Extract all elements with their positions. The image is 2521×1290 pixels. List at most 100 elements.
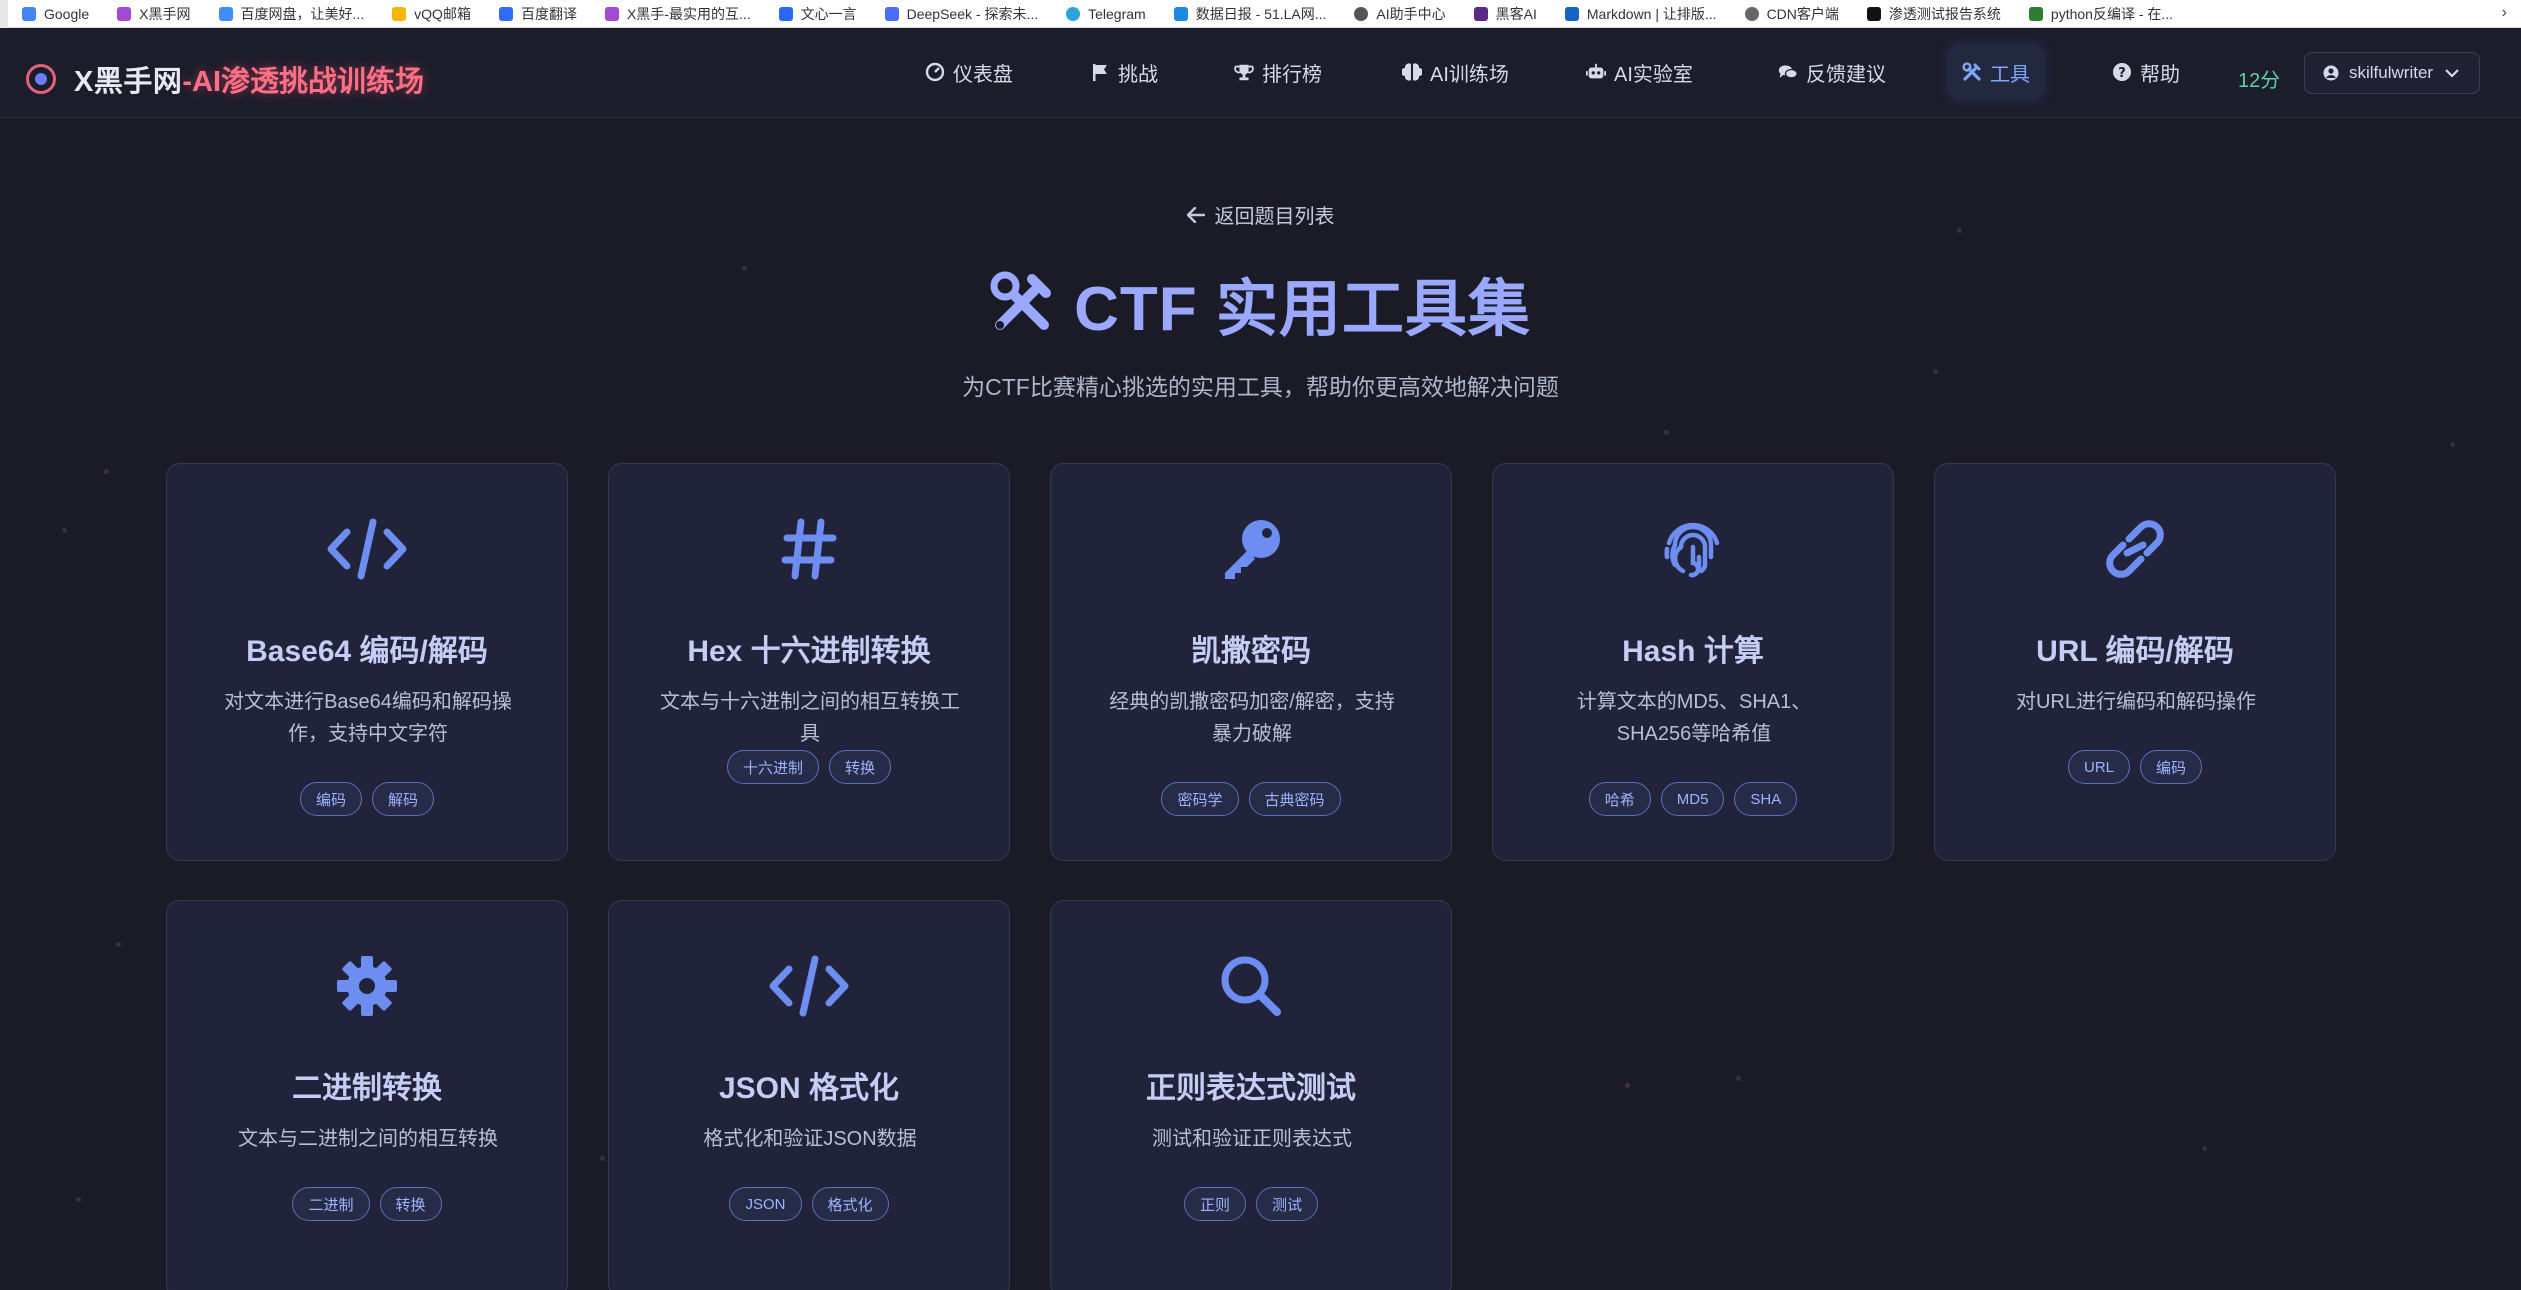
username: skilfulwriter	[2349, 63, 2434, 82]
bookmark-11[interactable]: 黑客AI	[1460, 0, 1551, 28]
nav-item-challenges[interactable]: 挑战	[1078, 46, 1170, 98]
tool-card-title: URL 编码/解码	[2036, 635, 2234, 668]
tag: URL	[2067, 750, 2130, 784]
tools-icon	[990, 271, 1054, 335]
bookmark-favicon	[1473, 6, 1488, 21]
tag: 格式化	[811, 1187, 889, 1221]
bookmark-label: Markdown | 让排版...	[1586, 5, 1717, 22]
nav-item-tools[interactable]: 工具	[1950, 46, 2042, 98]
comments-icon	[1778, 62, 1798, 82]
bookmark-label: python反编译 - 在...	[2050, 5, 2174, 22]
background-dot	[1664, 430, 1669, 435]
svg-text:?: ?	[2118, 66, 2126, 81]
nav-item-feedback[interactable]: 反馈建议	[1766, 46, 1898, 98]
nav-item-label: 挑战	[1118, 63, 1158, 86]
tag: JSON	[729, 1187, 802, 1221]
nav-item-label: 排行榜	[1262, 63, 1322, 86]
tool-card-json[interactable]: JSON 格式化 格式化和验证JSON数据 JSON 格式化	[608, 900, 1010, 1290]
user-score: 12分	[2238, 70, 2281, 92]
tool-card-tags: JSON 格式化	[609, 1187, 1009, 1221]
tool-card-title: 凯撒密码	[1191, 635, 1311, 668]
bookmark-15[interactable]: python反编译 - 在...	[2015, 0, 2187, 28]
bookmark-4[interactable]: 百度翻译	[485, 0, 591, 28]
bookmark-favicon	[1564, 6, 1579, 21]
bookmark-9[interactable]: 数据日报 - 51.LA网...	[1160, 0, 1341, 28]
tool-card-regex[interactable]: 正则表达式测试 测试和验证正则表达式 正则 测试	[1050, 900, 1452, 1290]
trophy-icon	[1234, 62, 1254, 82]
bookmark-14[interactable]: 渗透测试报告系统	[1853, 0, 2015, 28]
key-icon	[1051, 514, 1451, 584]
bookmark-favicon	[1066, 6, 1081, 21]
bookmark-favicon	[218, 6, 233, 21]
bookmark-favicon	[2028, 6, 2043, 21]
bookmark-label: 数据日报 - 51.LA网...	[1195, 5, 1327, 22]
tool-card-description: 计算文本的MD5、SHA1、SHA256等哈希值	[1576, 691, 1812, 745]
bookmark-label: DeepSeek - 探索未...	[906, 5, 1039, 22]
nav-item-dashboard[interactable]: 仪表盘	[913, 46, 1025, 98]
hashtag-icon	[609, 514, 1009, 584]
tool-card-hash[interactable]: Hash 计算 计算文本的MD5、SHA1、SHA256等哈希值 哈希 MD5 …	[1492, 463, 1894, 861]
tool-card-url[interactable]: URL 编码/解码 对URL进行编码和解码操作 URL 编码	[1934, 463, 2336, 861]
bookmark-8[interactable]: Telegram	[1052, 0, 1160, 28]
bookmark-label: X黑手网	[139, 5, 191, 22]
background-dot	[1625, 1083, 1630, 1088]
bookmark-7[interactable]: DeepSeek - 探索未...	[871, 0, 1053, 28]
bookmark-label: X黑手-最实用的互...	[626, 5, 751, 22]
tool-card-title: Hash 计算	[1622, 635, 1764, 668]
tool-card-tags: 编码 解码	[167, 782, 567, 816]
bookmark-1[interactable]: X黑手网	[103, 0, 204, 28]
user-menu-button[interactable]: skilfulwriter	[2304, 52, 2480, 94]
nav-item-leaderboard[interactable]: 排行榜	[1222, 46, 1334, 98]
chevron-right-icon[interactable]: ›	[2502, 4, 2507, 22]
tool-card-tags: 二进制 转换	[167, 1187, 567, 1221]
bookmark-favicon	[884, 6, 899, 21]
tag: SHA	[1734, 782, 1798, 816]
bookmark-label: vQQ邮箱	[414, 5, 471, 22]
arrow-left-icon	[1186, 206, 1205, 223]
nav-item-ai-lab[interactable]: AI实验室	[1574, 46, 1705, 98]
bookmark-10[interactable]: AI助手中心	[1340, 0, 1459, 28]
flag-icon	[1090, 62, 1110, 82]
bookmarks-bar: Google X黑手网 百度网盘，让美好... vQQ邮箱 百度翻译 X黑手-最…	[0, 0, 2521, 28]
background-dot	[1736, 1076, 1741, 1081]
bookmark-3[interactable]: vQQ邮箱	[378, 0, 485, 28]
nav-item-label: 帮助	[2140, 63, 2180, 86]
tool-card-description: 测试和验证正则表达式	[1152, 1128, 1352, 1150]
bookmark-6[interactable]: 文心一言	[765, 0, 871, 28]
tool-card-caesar[interactable]: 凯撒密码 经典的凯撒密码加密/解密，支持暴力破解 密码学 古典密码	[1050, 463, 1452, 861]
nav-item-help[interactable]: ? 帮助	[2100, 46, 2192, 98]
tool-card-hex[interactable]: Hex 十六进制转换 文本与十六进制之间的相互转换工具 十六进制 转换	[608, 463, 1010, 861]
tool-card-description: 格式化和验证JSON数据	[703, 1128, 917, 1150]
bookmark-5[interactable]: X黑手-最实用的互...	[591, 0, 765, 28]
tag: 解码	[372, 782, 435, 816]
tool-card-tags: 哈希 MD5 SHA	[1493, 782, 1893, 816]
brain-icon	[1402, 62, 1422, 82]
bookmark-favicon	[117, 6, 132, 21]
bookmark-12[interactable]: Markdown | 让排版...	[1551, 0, 1731, 28]
question-icon: ?	[2112, 62, 2132, 82]
tool-card-binary[interactable]: 二进制转换 文本与二进制之间的相互转换 二进制 转换	[166, 900, 568, 1290]
tag: 二进制	[292, 1187, 370, 1221]
tag: 正则	[1183, 1187, 1246, 1221]
bookmark-0[interactable]: Google	[8, 0, 103, 28]
code-icon	[609, 951, 1009, 1021]
tool-card-title: 二进制转换	[292, 1072, 442, 1105]
tool-card-tags: 十六进制 转换	[609, 750, 1009, 784]
bookmark-2[interactable]: 百度网盘，让美好...	[205, 0, 379, 28]
tag: 古典密码	[1248, 782, 1341, 816]
tool-card-tags: URL 编码	[1935, 750, 2335, 784]
background-dot	[2450, 442, 2455, 447]
tool-card-title: Hex 十六进制转换	[687, 635, 931, 668]
bookmark-13[interactable]: CDN客户端	[1731, 0, 1853, 28]
top-navbar: X黑手网 -AI渗透挑战训练场 仪表盘 挑战 排行榜 AI训练场 AI实验室 反馈…	[0, 28, 2521, 118]
user-circle-icon	[2323, 65, 2339, 81]
nav-item-ai-training[interactable]: AI训练场	[1390, 46, 1521, 98]
back-to-list-link[interactable]: 返回题目列表	[0, 200, 2521, 229]
site-logo[interactable]: X黑手网 -AI渗透挑战训练场	[26, 58, 424, 100]
tool-card-base64[interactable]: Base64 编码/解码 对文本进行Base64编码和解码操作，支持中文字符 编…	[166, 463, 568, 861]
nav-item-label: 工具	[1990, 63, 2030, 86]
tool-card-description: 文本与十六进制之间的相互转换工具	[660, 691, 960, 745]
tool-card-title: Base64 编码/解码	[246, 635, 488, 668]
bookmark-label: CDN客户端	[1766, 5, 1839, 22]
bookmark-label: 渗透测试报告系统	[1888, 5, 2001, 22]
